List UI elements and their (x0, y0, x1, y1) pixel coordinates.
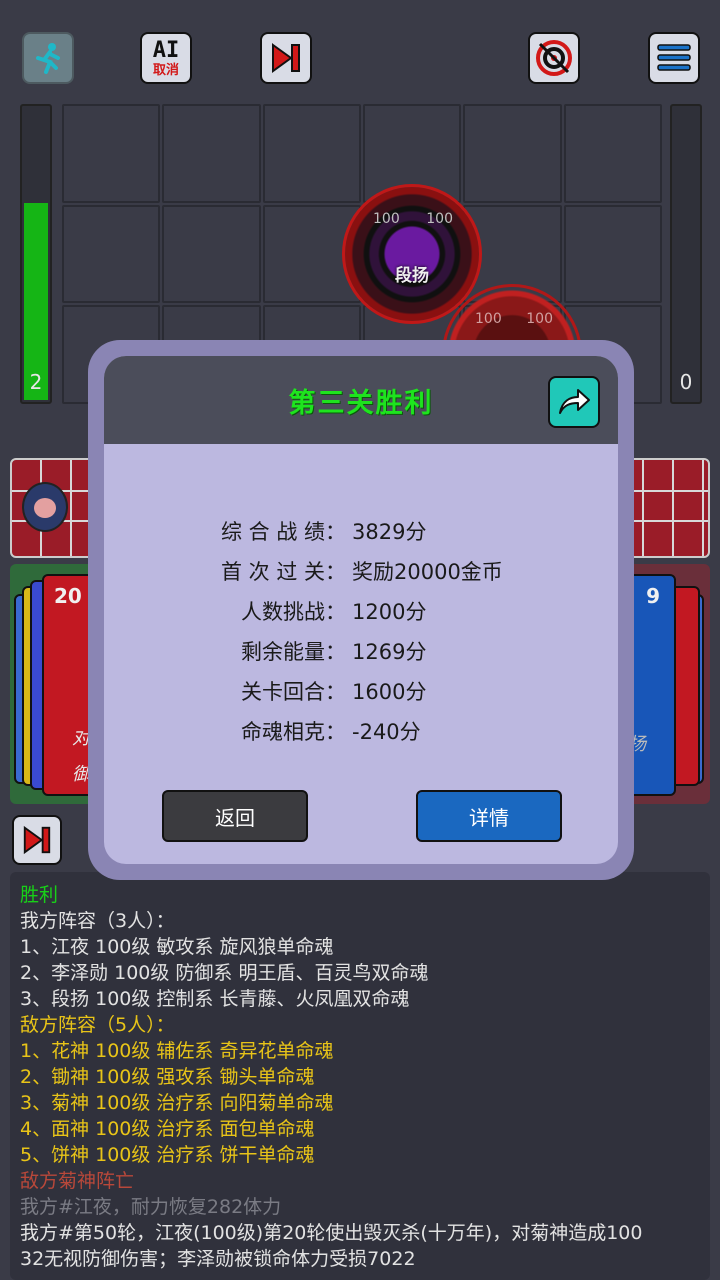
grid-cell[interactable] (162, 204, 261, 304)
log-line: 2、锄神 100级 强攻系 锄头单命魂 (20, 1066, 315, 1088)
grid-cell[interactable] (262, 104, 361, 203)
log-line: 1、江夜 100级 敏攻系 旋风狼单命魂 (20, 936, 334, 958)
right-energy-bar: 0 (670, 104, 702, 404)
grid-cell[interactable] (62, 204, 161, 304)
details-button[interactable]: 详情 (416, 790, 562, 842)
log-line: 1、花神 100级 辅佐系 奇异花单命魂 (20, 1040, 334, 1062)
skip-turn-button[interactable] (260, 32, 312, 84)
avatar[interactable] (22, 482, 68, 532)
log-line: 5、饼神 100级 治疗系 饼干单命魂 (20, 1144, 315, 1166)
stat-label: 综 合 战 绩： (220, 520, 346, 544)
skip-turn-button-secondary[interactable] (12, 815, 62, 865)
unit-hp-right: 100 (526, 311, 553, 327)
skip-turn-icon (272, 43, 300, 73)
log-line: 我方阵容（3人）： (20, 910, 175, 932)
stat-row: 剩余能量： 1269分 (104, 636, 618, 676)
stat-value: 奖励20000金币 (352, 560, 503, 584)
log-line: 3、菊神 100级 治疗系 向阳菊单命魂 (20, 1092, 334, 1114)
stat-label: 命魂相克： (241, 720, 346, 744)
stat-label: 首 次 过 关： (220, 560, 346, 584)
unit-hp-right: 100 (426, 211, 453, 227)
ai-cancel-label: 取消 (152, 62, 179, 78)
player-deck-count: 20 (54, 584, 82, 608)
stat-value: 3829分 (352, 520, 427, 544)
grid-cell[interactable] (62, 104, 161, 203)
log-line: 4、面神 100级 治疗系 面包单命魂 (20, 1118, 315, 1140)
dialog-title: 第三关胜利 (288, 387, 434, 419)
share-arrow-icon (559, 389, 590, 414)
stat-row: 综 合 战 绩： 3829分 (104, 516, 618, 556)
stat-value: 1269分 (352, 640, 427, 664)
grid-cell[interactable] (162, 104, 261, 203)
right-energy-value: 0 (679, 370, 693, 394)
stat-label: 关卡回合： (241, 680, 346, 704)
run-button[interactable] (22, 32, 74, 84)
left-energy-bar: 2 (20, 104, 52, 404)
grid-cell[interactable] (463, 104, 562, 203)
unit-hp-left: 100 (475, 311, 502, 327)
dialog-header: 第三关胜利 (104, 356, 618, 444)
log-line: 3、段扬 100级 控制系 长青藤、火凤凰双命魂 (20, 988, 410, 1010)
log-line: 我方#第50轮，江夜(100级)第20轮使出毁灭杀(十万年)，对菊神造成100 (20, 1222, 643, 1244)
log-line: 敌方菊神阵亡 (20, 1170, 135, 1192)
stat-value: -240分 (352, 720, 421, 744)
log-line: 敌方阵容（5人）： (20, 1014, 175, 1036)
stat-row: 首 次 过 关： 奖励20000金币 (104, 556, 618, 596)
share-button[interactable] (548, 376, 600, 428)
grid-cell[interactable] (563, 204, 662, 304)
enemy-deck-count: 9 (646, 584, 660, 608)
log-line: 我方#江夜，耐力恢复282体力 (20, 1196, 282, 1218)
running-man-icon (36, 43, 60, 74)
score-breakdown: 综 合 战 绩： 3829分 首 次 过 关： 奖励20000金币 人数挑战： … (104, 516, 618, 756)
back-button[interactable]: 返回 (162, 790, 308, 842)
stat-label: 人数挑战： (241, 600, 346, 624)
stat-row: 命魂相克： -240分 (104, 716, 618, 756)
menu-icon (657, 44, 691, 71)
unit-token-duanyang[interactable]: 100 100 段扬 (342, 184, 482, 324)
victory-dialog: 第三关胜利 综 合 战 绩： 3829分 首 次 过 关： 奖励20000金币 … (88, 340, 634, 880)
target-button[interactable] (528, 32, 580, 84)
grid-cell[interactable] (563, 104, 662, 203)
unit-name: 段扬 (395, 266, 429, 286)
target-icon (536, 40, 572, 76)
log-line: 32无视防御伤害；李泽勋被锁命体力受损7022 (20, 1248, 416, 1270)
menu-button[interactable] (648, 32, 700, 84)
ai-cancel-button[interactable]: AI 取消 (140, 32, 192, 84)
stat-value: 1600分 (352, 680, 427, 704)
stat-row: 关卡回合： 1600分 (104, 676, 618, 716)
left-energy-value: 2 (29, 370, 43, 394)
log-line: 2、李泽勋 100级 防御系 明王盾、百灵鸟双命魂 (20, 962, 429, 984)
stat-label: 剩余能量： (241, 640, 346, 664)
ai-label: AI (152, 37, 180, 63)
log-line: 胜利 (20, 884, 59, 906)
stat-row: 人数挑战： 1200分 (104, 596, 618, 636)
battle-log[interactable]: 胜利 我方阵容（3人）： 1、江夜 100级 敏攻系 旋风狼单命魂 2、李泽勋 … (10, 872, 710, 1280)
stat-value: 1200分 (352, 600, 427, 624)
victory-dialog-body: 第三关胜利 综 合 战 绩： 3829分 首 次 过 关： 奖励20000金币 … (104, 356, 618, 864)
skip-turn-icon (23, 825, 51, 855)
unit-hp-left: 100 (373, 211, 400, 227)
